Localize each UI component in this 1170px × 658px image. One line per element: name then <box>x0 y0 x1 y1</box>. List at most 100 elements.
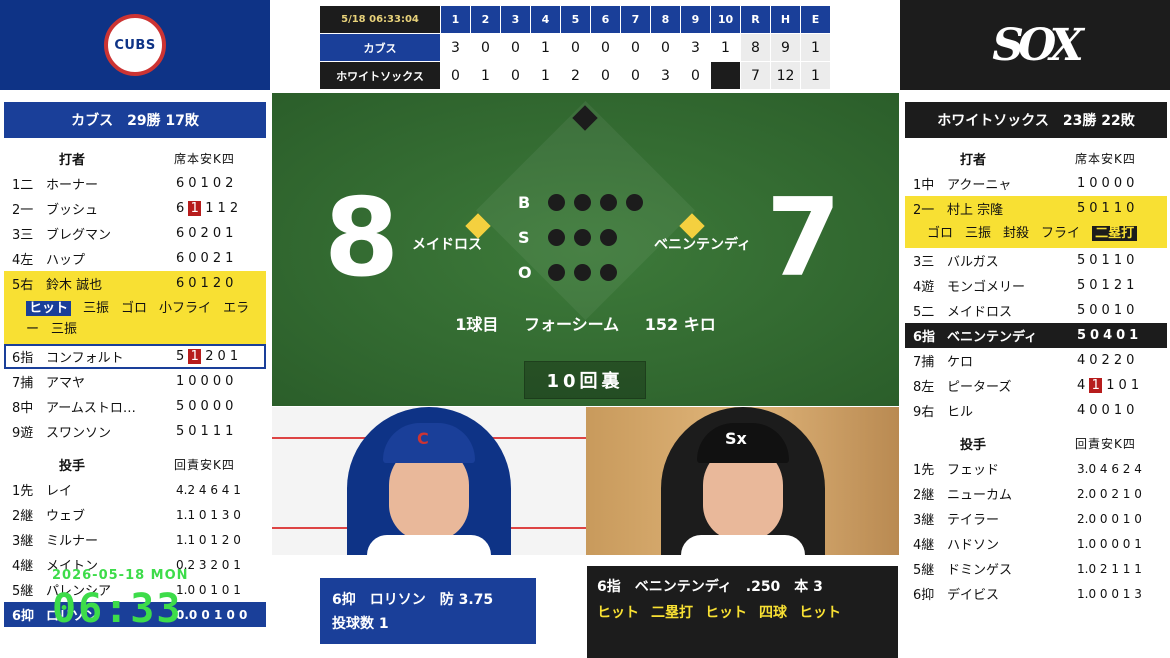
inning-header: 6 <box>591 6 620 33</box>
sox-batters-header: 打者 席本安K四 <box>905 145 1167 171</box>
pitcher-role: 4継 <box>913 538 935 553</box>
ball-strike-out-count: B S O <box>518 185 652 290</box>
batter-row: 5右 鈴木 誠也 60120 <box>4 271 266 296</box>
inning-header: 7 <box>621 6 650 33</box>
pitcher-row: 1先 レイ 4.2 4 6 4 1 <box>4 477 266 502</box>
inning-header: 10 <box>711 6 740 33</box>
sox-team-record: ホワイトソックス 23勝 22敗 <box>905 102 1167 138</box>
at-bat-result: 封殺 <box>1003 226 1030 241</box>
pitcher-role: 5継 <box>12 584 34 599</box>
home-inning-runs: 2 <box>561 62 590 89</box>
pitcher-line: 6抑 ロリソン 防 3.75 <box>332 592 494 608</box>
home-rhe-value: 12 <box>771 62 800 89</box>
batter-row: 7捕 アマヤ 10000 <box>4 369 266 394</box>
away-inning-runs: 3 <box>441 34 470 61</box>
batter-row: 1二 ホーナー 60102 <box>4 171 266 196</box>
pitcher-name: ウェブ <box>46 509 86 524</box>
remaining-stats: 101 <box>1106 378 1144 393</box>
home-run-count: 1 <box>1089 378 1103 393</box>
home-inning-runs: 1 <box>531 62 560 89</box>
batter-jersey <box>681 535 805 555</box>
pitcher-role: 4継 <box>12 559 34 574</box>
batter-row: 2一 ブッシュ 6 1 112 <box>4 196 266 221</box>
batter-row: 1中 アクーニャ 10000 <box>905 171 1167 196</box>
pitcher-stats: 3.0 4 6 2 4 <box>1077 461 1142 476</box>
batter-position: 1中 <box>913 178 935 193</box>
batter-name: ブッシュ <box>46 203 99 218</box>
ball-light <box>600 194 617 211</box>
batter-position: 8中 <box>12 401 34 416</box>
pitcher-stats: 2.0 0 2 1 0 <box>1077 486 1142 501</box>
batter-row: 8中 アームストロ… 50000 <box>4 394 266 419</box>
cubs-logo-header: CUBS <box>0 0 270 90</box>
batter-row: 7捕 ケロ 40220 <box>905 348 1167 373</box>
batter-row: 4遊 モンゴメリー 50121 <box>905 273 1167 298</box>
batter-result: ヒット <box>705 605 747 621</box>
batter-result: ヒット <box>799 605 841 621</box>
batter-stats: 50000 <box>176 399 238 414</box>
batter-row: 4左 ハップ 60021 <box>4 246 266 271</box>
inning-header: 1 <box>441 6 470 33</box>
pitcher-role: 3継 <box>913 513 935 528</box>
batter-name: モンゴメリー <box>947 280 1026 295</box>
current-pitcher-card: 6抑 ロリソン 防 3.75 投球数 1 <box>320 578 536 644</box>
at-bats: 4 <box>1077 378 1090 393</box>
pitch-count: 1球目 <box>455 315 499 334</box>
white-sox-panel: ホワイトソックス 23勝 22敗 打者 席本安K四 1中 アクーニャ 10000 2一… <box>905 102 1167 606</box>
out-light <box>574 264 591 281</box>
inning-header: 2 <box>471 6 500 33</box>
field-view: 8 7 メイドロス ベニンテンディ B S O 1球目 フォーシーム 152 キ… <box>272 93 899 406</box>
home-inning-runs: 3 <box>651 62 680 89</box>
cubs-batters-header: 打者 席本安K四 <box>4 145 266 171</box>
batter-results: ヒット 二塁打 ヒット 四球 ヒット <box>597 600 888 626</box>
batter-stats: 40220 <box>1077 353 1139 368</box>
batter-row: 5二 メイドロス 50010 <box>905 298 1167 323</box>
strike-light <box>574 229 591 246</box>
pitchers-columns: 回責安K四 <box>174 457 235 472</box>
batter-name: メイドロス <box>947 305 1013 320</box>
pitcher-name: テイラー <box>947 513 1000 528</box>
pitcher-row: 1先 フェッド 3.0 4 6 2 4 <box>905 456 1167 481</box>
clock-date: 2026-05-18 MON <box>52 568 189 583</box>
at-bats: 6 <box>176 201 189 216</box>
batter-position: 6指 <box>913 330 936 345</box>
batter-stats: 60120 <box>176 276 238 291</box>
line-score-header: 5/18 06:33:04 1 2 3 4 5 6 7 8 9 10 R H E <box>320 6 830 33</box>
pitcher-portrait: C <box>347 407 511 555</box>
batter-name: 村上 宗隆 <box>947 203 1004 218</box>
pitch-info: 1球目 フォーシーム 152 キロ <box>272 311 899 335</box>
inning-indicator: 10回裏 <box>524 361 646 399</box>
pitcher-row: 2継 ニューカム 2.0 0 2 1 0 <box>905 481 1167 506</box>
inning-header: 4 <box>531 6 560 33</box>
batter-name: ベニンテンディ <box>947 330 1038 345</box>
pitch-count-line: 投球数 1 <box>332 616 389 632</box>
batter-name: アマヤ <box>46 376 86 391</box>
remaining-stats: 112 <box>205 201 243 216</box>
pitcher-photo: C <box>272 407 586 555</box>
home-team-name: ホワイトソックス <box>320 62 440 89</box>
away-inning-runs: 1 <box>531 34 560 61</box>
batter-name: ブレグマン <box>46 228 112 243</box>
pitcher-name: ハドソン <box>947 538 1000 553</box>
pitcher-row: 3継 テイラー 2.0 0 0 1 0 <box>905 506 1167 531</box>
away-inning-runs: 0 <box>501 34 530 61</box>
pitcher-role: 6抑 <box>12 609 35 624</box>
rhe-header: R <box>741 6 770 33</box>
batter-stats: 50110 <box>1077 201 1139 216</box>
cubs-batters-list: 1二 ホーナー 60102 2一 ブッシュ 6 1 112 3三 ブレグマン 60201 4左 ハップ 6… <box>4 171 266 444</box>
away-rhe-value: 8 <box>741 34 770 61</box>
pitcher-stats: 0.0 0 1 0 0 <box>176 607 248 622</box>
batter-row: 8左 ピーターズ 4 1 101 <box>905 373 1167 398</box>
batter-stats: 6 1 112 <box>176 201 242 216</box>
pitchers-columns: 回責安K四 <box>1075 436 1136 451</box>
batter-position: 4左 <box>12 253 34 268</box>
pitcher-stats: 1.0 2 1 1 1 <box>1077 561 1142 576</box>
outs-row: O <box>518 255 652 290</box>
at-bat-result: ゴロ <box>927 226 954 241</box>
batter-name: コンフォルト <box>46 351 124 366</box>
batter-name: ケロ <box>947 355 974 370</box>
batter-row: 9右 ヒル 40010 <box>905 398 1167 423</box>
balls-label: B <box>518 193 531 212</box>
batter-row: 2一 村上 宗隆 50110 <box>905 196 1167 221</box>
batter-position: 2一 <box>12 203 34 218</box>
